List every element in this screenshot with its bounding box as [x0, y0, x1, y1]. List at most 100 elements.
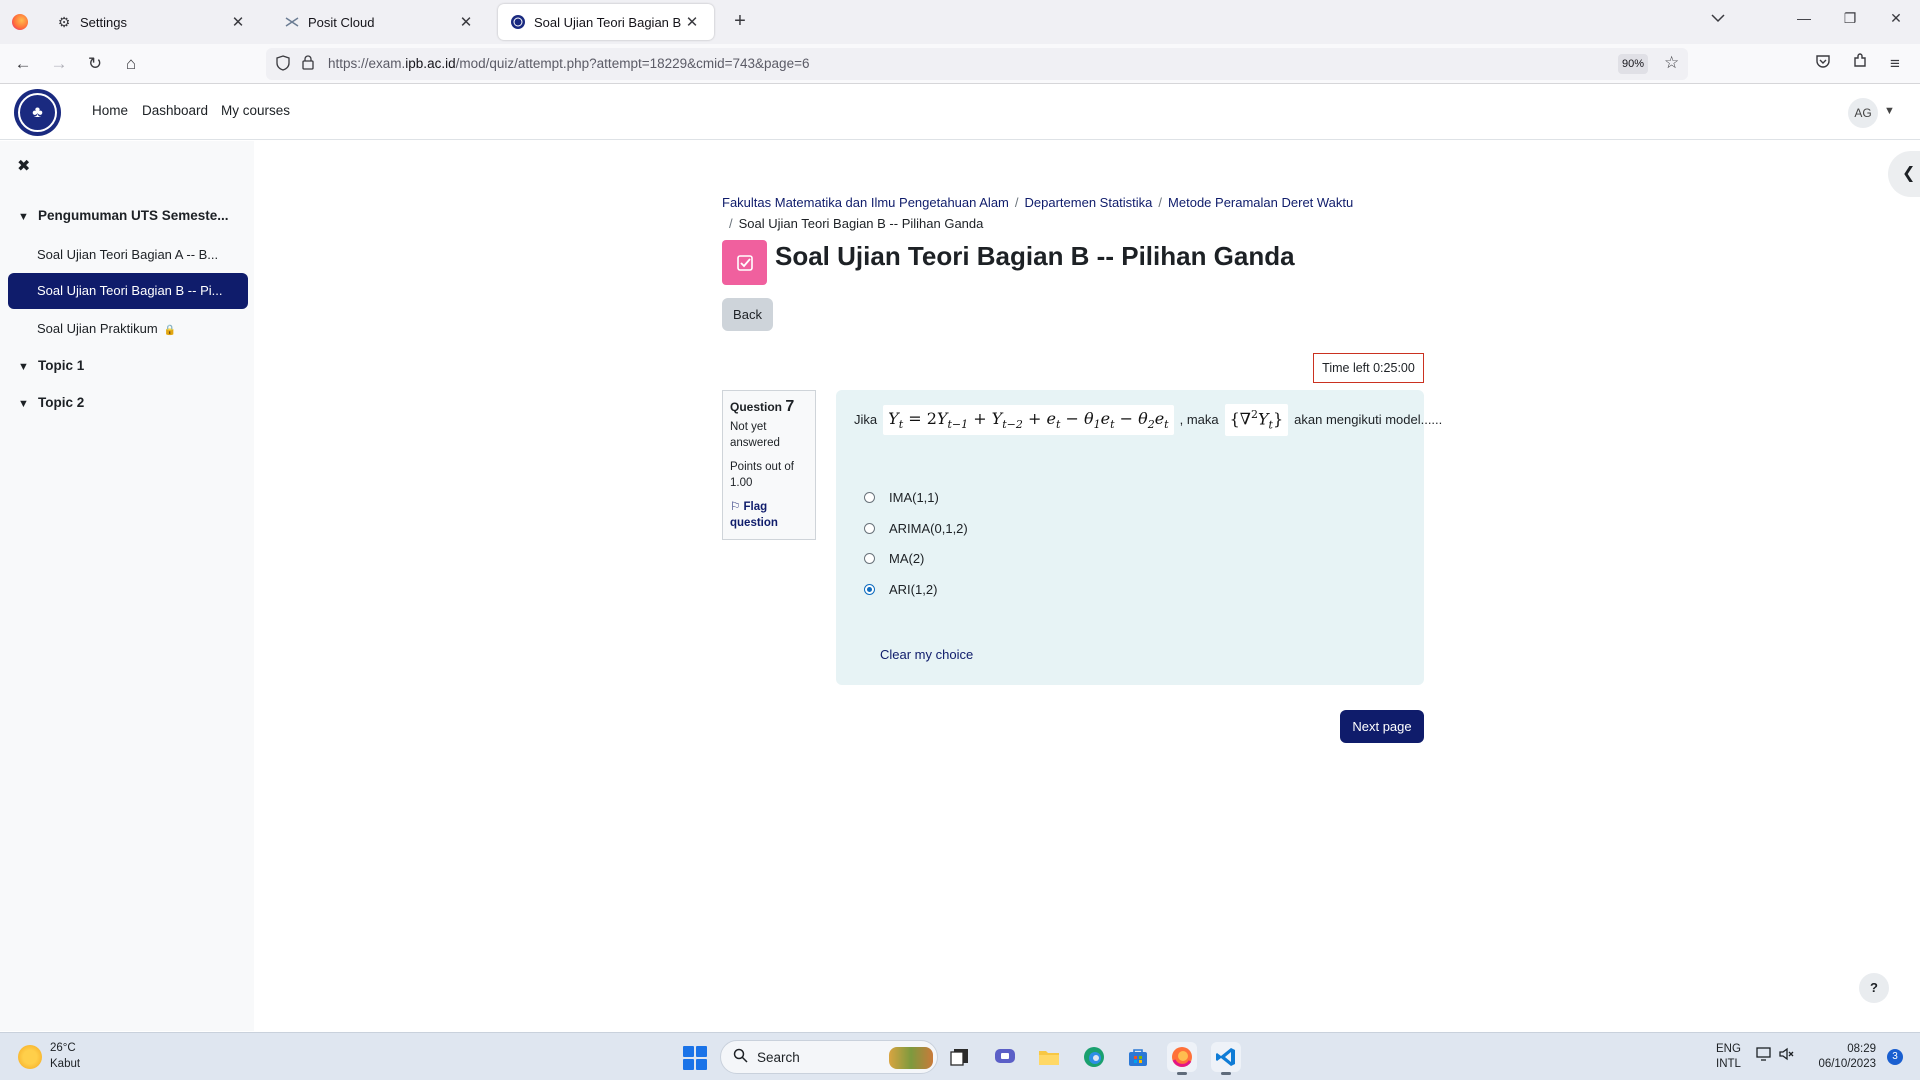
- zoom-level[interactable]: 90%: [1618, 54, 1648, 74]
- breadcrumb-department[interactable]: Departemen Statistika: [1025, 195, 1153, 210]
- clock-date: 06/10/2023: [1818, 1058, 1876, 1070]
- help-button[interactable]: ?: [1859, 973, 1889, 1003]
- search-icon: [733, 1048, 748, 1067]
- answer-option[interactable]: ARI(1,2): [864, 582, 937, 597]
- breadcrumb-current: Soal Ujian Teori Bagian B -- Pilihan Gan…: [738, 216, 984, 231]
- chevron-left-icon: ❮: [1902, 165, 1916, 182]
- system-clock[interactable]: 08:29 06/10/2023: [1812, 1042, 1876, 1072]
- equation-model: Yt = 2Yt−1 + Yt−2 + et − θ1et − θ2et: [883, 404, 1174, 435]
- option-label[interactable]: ARIMA(0,1,2): [889, 521, 968, 536]
- url-path: /mod/quiz/attempt.php?attempt=18229&cmid…: [455, 56, 810, 71]
- option-label[interactable]: ARI(1,2): [889, 582, 937, 597]
- lock-icon[interactable]: [302, 55, 314, 73]
- back-arrow-icon[interactable]: ←: [11, 52, 35, 76]
- section-topic-2[interactable]: ▼ Topic 2: [18, 395, 84, 410]
- close-drawer-icon[interactable]: ✖: [17, 156, 30, 176]
- chevron-down-icon[interactable]: ▼: [1884, 105, 1895, 117]
- pocket-icon[interactable]: [1811, 52, 1835, 76]
- url-bar[interactable]: https://exam.ipb.ac.id/mod/quiz/attempt.…: [266, 48, 1688, 80]
- weather-temperature[interactable]: 26°C: [50, 1042, 76, 1054]
- option-label[interactable]: MA(2): [889, 551, 924, 566]
- answer-option[interactable]: ARIMA(0,1,2): [864, 521, 968, 536]
- close-icon[interactable]: ✕: [682, 13, 702, 31]
- radio-button[interactable]: [864, 584, 875, 595]
- weather-description[interactable]: Kabut: [50, 1058, 80, 1070]
- timer-label: Time left: [1322, 361, 1370, 375]
- firefox-logo-icon[interactable]: [12, 14, 28, 30]
- activity-teori-a[interactable]: Soal Ujian Teori Bagian A -- B...: [8, 237, 248, 273]
- section-label: Topic 2: [38, 395, 85, 410]
- radio-button[interactable]: [864, 492, 875, 503]
- browser-nav-bar: ← → ↻ ⌂ https://exam.ipb.ac.id/mod/quiz/…: [0, 44, 1920, 84]
- notification-badge[interactable]: 3: [1887, 1049, 1903, 1065]
- list-all-tabs-icon[interactable]: [1711, 12, 1725, 26]
- file-explorer-icon[interactable]: [1034, 1042, 1064, 1072]
- activity-teori-b[interactable]: Soal Ujian Teori Bagian B -- Pi...: [8, 273, 248, 309]
- shield-icon[interactable]: [276, 55, 290, 74]
- nav-my-courses[interactable]: My courses: [221, 103, 290, 118]
- breadcrumb-separator: /: [729, 216, 733, 231]
- edge-browser-icon[interactable]: [1079, 1042, 1109, 1072]
- user-avatar[interactable]: AG: [1848, 98, 1878, 128]
- answer-option[interactable]: IMA(1,1): [864, 490, 939, 505]
- tab-settings[interactable]: ⚙ Settings ✕: [44, 4, 260, 40]
- bookmark-star-icon[interactable]: ☆: [1664, 53, 1679, 73]
- restore-icon[interactable]: ❐: [1840, 10, 1860, 27]
- extensions-icon[interactable]: [1848, 52, 1872, 76]
- course-index-drawer: ✖ ▼ Pengumuman UTS Semeste... Soal Ujian …: [0, 141, 254, 1031]
- question-status: Not yet answered: [730, 421, 780, 449]
- minimize-icon[interactable]: —: [1794, 10, 1814, 26]
- display-icon[interactable]: [1756, 1047, 1772, 1064]
- reload-icon[interactable]: ↻: [83, 52, 107, 76]
- breadcrumb-course[interactable]: Metode Peramalan Deret Waktu: [1168, 195, 1353, 210]
- menu-icon[interactable]: ≡: [1883, 52, 1907, 76]
- next-page-button[interactable]: Next page: [1340, 710, 1424, 743]
- close-icon[interactable]: ✕: [228, 13, 248, 31]
- microsoft-store-icon[interactable]: [1123, 1042, 1153, 1072]
- posit-icon: [284, 14, 300, 30]
- open-block-drawer-button[interactable]: ❮: [1888, 151, 1920, 197]
- answer-option[interactable]: MA(2): [864, 551, 924, 566]
- new-tab-button[interactable]: +: [728, 10, 752, 34]
- teams-chat-icon[interactable]: [990, 1042, 1020, 1072]
- question-number: Question 7: [730, 399, 808, 415]
- nav-home[interactable]: Home: [92, 103, 128, 118]
- windows-start-icon[interactable]: [683, 1046, 707, 1070]
- tab-posit-cloud[interactable]: Posit Cloud ✕: [272, 4, 488, 40]
- tree-icon: ♣: [18, 93, 57, 132]
- back-button[interactable]: Back: [722, 298, 773, 331]
- radio-button[interactable]: [864, 553, 875, 564]
- university-logo[interactable]: ♣: [14, 89, 61, 136]
- firefox-icon[interactable]: [1167, 1042, 1197, 1075]
- start-tile: [683, 1046, 694, 1057]
- section-pengumuman[interactable]: ▼ Pengumuman UTS Semeste...: [18, 208, 229, 223]
- vscode-icon[interactable]: [1211, 1042, 1241, 1075]
- task-view-icon[interactable]: [945, 1042, 975, 1072]
- url-text[interactable]: https://exam.ipb.ac.id/mod/quiz/attempt.…: [328, 56, 809, 71]
- radio-button[interactable]: [864, 523, 875, 534]
- option-label[interactable]: IMA(1,1): [889, 490, 939, 505]
- activity-praktikum[interactable]: Soal Ujian Praktikum 🔒: [8, 311, 248, 347]
- tab-quiz[interactable]: Soal Ujian Teori Bagian B -- Pilih ✕: [498, 4, 714, 40]
- forward-arrow-icon[interactable]: →: [47, 52, 71, 76]
- nav-dashboard[interactable]: Dashboard: [142, 103, 208, 118]
- weather-icon[interactable]: [18, 1045, 42, 1069]
- home-icon[interactable]: ⌂: [119, 52, 143, 76]
- activity-label: Soal Ujian Teori Bagian A -- B...: [37, 247, 219, 262]
- volume-muted-icon[interactable]: [1779, 1047, 1795, 1064]
- taskbar-search[interactable]: Search: [720, 1040, 938, 1074]
- question-label: Question: [730, 400, 783, 414]
- activity-label: Soal Ujian Teori Bagian B -- Pi...: [37, 283, 223, 298]
- close-icon[interactable]: ✕: [456, 13, 476, 31]
- question-info: Question 7 Not yet answered Points out o…: [722, 390, 816, 540]
- question-text-middle: , maka: [1179, 412, 1219, 428]
- clear-choice-link[interactable]: Clear my choice: [880, 647, 973, 662]
- search-highlight-image: [889, 1047, 933, 1069]
- breadcrumb-faculty[interactable]: Fakultas Matematika dan Ilmu Pengetahuan…: [722, 195, 1009, 210]
- window-close-icon[interactable]: ✕: [1886, 10, 1906, 27]
- question-text-after: akan mengikuti model......: [1294, 412, 1443, 428]
- input-language[interactable]: ENG INTL: [1716, 1042, 1741, 1072]
- section-topic-1[interactable]: ▼ Topic 1: [18, 358, 84, 373]
- windows-taskbar: 26°C Kabut Search ENG INTL 08:29 06/10/2…: [0, 1032, 1920, 1080]
- flag-question-link[interactable]: ⚐ Flag question: [730, 499, 808, 531]
